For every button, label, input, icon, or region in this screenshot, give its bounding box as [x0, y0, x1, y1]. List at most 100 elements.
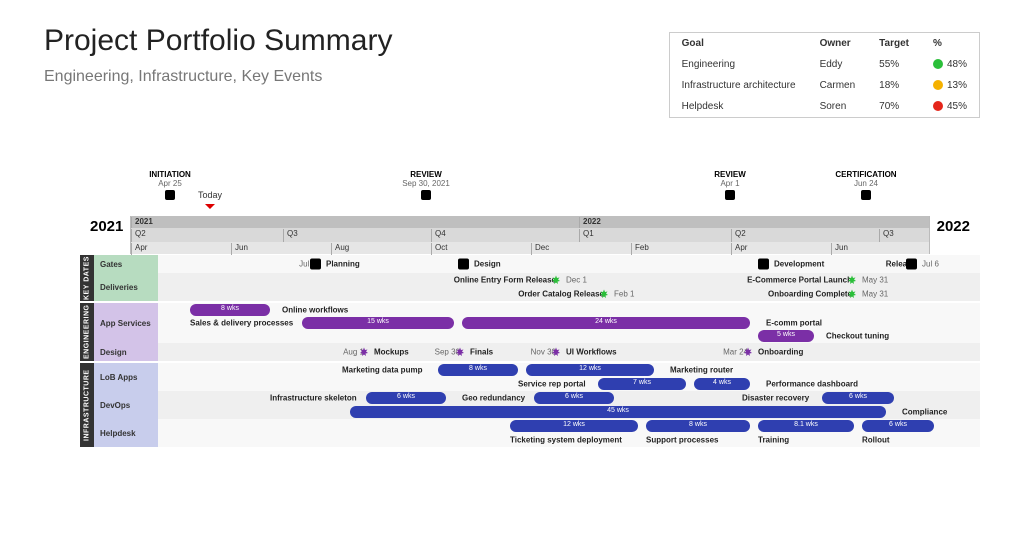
lane-area: 8 wks Online workflows Sales & delivery pr…: [158, 303, 980, 343]
task-label: Planning: [326, 260, 360, 269]
task-label: Service rep portal: [518, 380, 586, 389]
axis-tick: Apr: [731, 243, 747, 255]
gate-icon: [758, 259, 769, 270]
milestone: REVIEWSep 30, 2021: [386, 170, 466, 200]
milestone: REVIEWApr 1: [690, 170, 770, 200]
swimlane-row: GatesJul 1PlanningDesignDevelopmentRelea…: [80, 255, 980, 273]
task-bar: 45 wks: [350, 406, 886, 418]
lane-area: Marketing data pump 8 wks 12 wks Marketing …: [158, 363, 980, 391]
milestone-icon: [454, 346, 466, 358]
task-bar: 8.1 wks: [758, 420, 854, 432]
milestone-icon: [846, 288, 858, 300]
axis-tick: Aug: [331, 243, 349, 255]
gate-icon: [458, 259, 469, 270]
axis-tick: Dec: [531, 243, 549, 255]
lane-area: Infrastructure skeleton 6 wks Geo redundan…: [158, 391, 980, 419]
task-label: Online Entry Form Release: [454, 276, 556, 285]
lane-area: Online Entry Form Release Dec 1 E-Commerce…: [158, 273, 980, 301]
year-start: 2021: [90, 218, 123, 235]
gate-icon: [310, 259, 321, 270]
task-label: Rollout: [862, 436, 890, 445]
timeline-header: 2021 2022 INITIATIONApr 25REVIEWSep 30, …: [80, 170, 980, 255]
task-label: Order Catalog Release: [518, 290, 604, 299]
axis-tick: Q3: [283, 229, 298, 243]
task-label: Marketing data pump: [342, 366, 422, 375]
swimlane-row: DesignAug 1MockupsSep 30FinalsNov 30UI W…: [80, 343, 980, 361]
gantt-chart: 2021 2022 INITIATIONApr 25REVIEWSep 30, …: [80, 170, 980, 255]
row-label: LoB Apps: [94, 363, 158, 391]
axis-tick: Feb: [631, 243, 649, 255]
task-label: Compliance: [902, 408, 947, 417]
lane-area: Aug 1MockupsSep 30FinalsNov 30UI Workflo…: [158, 343, 980, 361]
group-label: KEY DATES: [80, 255, 94, 301]
task-label: Marketing router: [670, 366, 733, 375]
row-label: Gates: [94, 255, 158, 273]
task-label: Support processes: [646, 436, 718, 445]
goals-header: Target: [867, 33, 921, 54]
task-label: Checkout tuning: [826, 332, 889, 341]
milestone-icon: [846, 274, 858, 286]
task-bar: 7 wks: [598, 378, 686, 390]
task-bar: 6 wks: [822, 392, 894, 404]
task-label: Dec 1: [566, 276, 587, 285]
task-bar: 4 wks: [694, 378, 750, 390]
task-label: Jul 6: [922, 260, 939, 269]
axis-tick: Jun: [231, 243, 248, 255]
swimlane-row: DevOpsInfrastructure skeleton6 wksGeo re…: [80, 391, 980, 419]
group-label: ENGINEERING: [80, 303, 94, 361]
goals-table: GoalOwnerTarget%EngineeringEddy55%48%Inf…: [669, 32, 980, 118]
milestone-icon: [598, 288, 610, 300]
axis-tick: Q2: [131, 229, 146, 243]
row-label: Deliveries: [94, 273, 158, 301]
milestone-icon: [550, 274, 562, 286]
swimlane-row: LoB AppsMarketing data pump8 wks12 wksMa…: [80, 363, 980, 391]
task-bar: 12 wks: [526, 364, 654, 376]
row-label: App Services: [94, 303, 158, 343]
axis-tick: Oct: [431, 243, 447, 255]
goals-row: HelpdeskSoren70%45%: [670, 96, 979, 117]
task-bar: 8 wks: [438, 364, 518, 376]
task-label: E-Commerce Portal Launch: [747, 276, 852, 285]
swimlane-row: Deliveries Online Entry Form Release Dec 1…: [80, 273, 980, 301]
axis-tick: Jun: [831, 243, 848, 255]
task-label: Training: [758, 436, 789, 445]
lane-area: Jul 1PlanningDesignDevelopmentReleaseJul…: [158, 255, 980, 273]
row-label: Design: [94, 343, 158, 361]
gate-icon: [906, 259, 917, 270]
task-label: Sales & delivery processes: [190, 318, 293, 327]
group-label: INFRASTRUCTURE: [80, 363, 94, 447]
goals-row: Infrastructure architectureCarmen18%13%: [670, 75, 979, 96]
task-label: Online workflows: [282, 305, 348, 314]
year-end: 2022: [937, 218, 970, 235]
task-label: May 31: [862, 276, 888, 285]
milestone-icon: [550, 346, 562, 358]
row-label: Helpdesk: [94, 419, 158, 447]
milestone: CERTIFICATIONJun 24: [826, 170, 906, 200]
task-label: Disaster recovery: [742, 394, 809, 403]
swimlane-row: Helpdesk12 wks8 wks8.1 wks6 wksTicketing…: [80, 419, 980, 447]
today-marker: Today: [198, 190, 222, 200]
task-label: Onboarding Complete: [768, 290, 852, 299]
task-label: Ticketing system deployment: [510, 436, 622, 445]
task-label: Geo redundancy: [462, 394, 525, 403]
task-bar: 6 wks: [534, 392, 614, 404]
goals-header: Owner: [808, 33, 868, 54]
task-bar: 8 wks: [190, 304, 270, 316]
task-bar: 8 wks: [646, 420, 750, 432]
milestone-icon: [742, 346, 754, 358]
task-bar: 15 wks: [302, 317, 454, 329]
task-label: May 31: [862, 290, 888, 299]
lane-area: 12 wks8 wks8.1 wks6 wksTicketing system …: [158, 419, 980, 447]
task-label: Feb 1: [614, 290, 634, 299]
task-label: Development: [774, 260, 824, 269]
task-label: UI Workflows: [566, 348, 617, 357]
axis-tick: Q1: [579, 229, 594, 243]
task-label: E-comm portal: [766, 318, 822, 327]
task-bar: 6 wks: [366, 392, 446, 404]
task-label: Performance dashboard: [766, 380, 858, 389]
task-bar: 6 wks: [862, 420, 934, 432]
task-label: Infrastructure skeleton: [270, 394, 357, 403]
task-label: Mockups: [374, 348, 409, 357]
task-bar: 5 wks: [758, 330, 814, 342]
task-bar: 24 wks: [462, 317, 750, 329]
